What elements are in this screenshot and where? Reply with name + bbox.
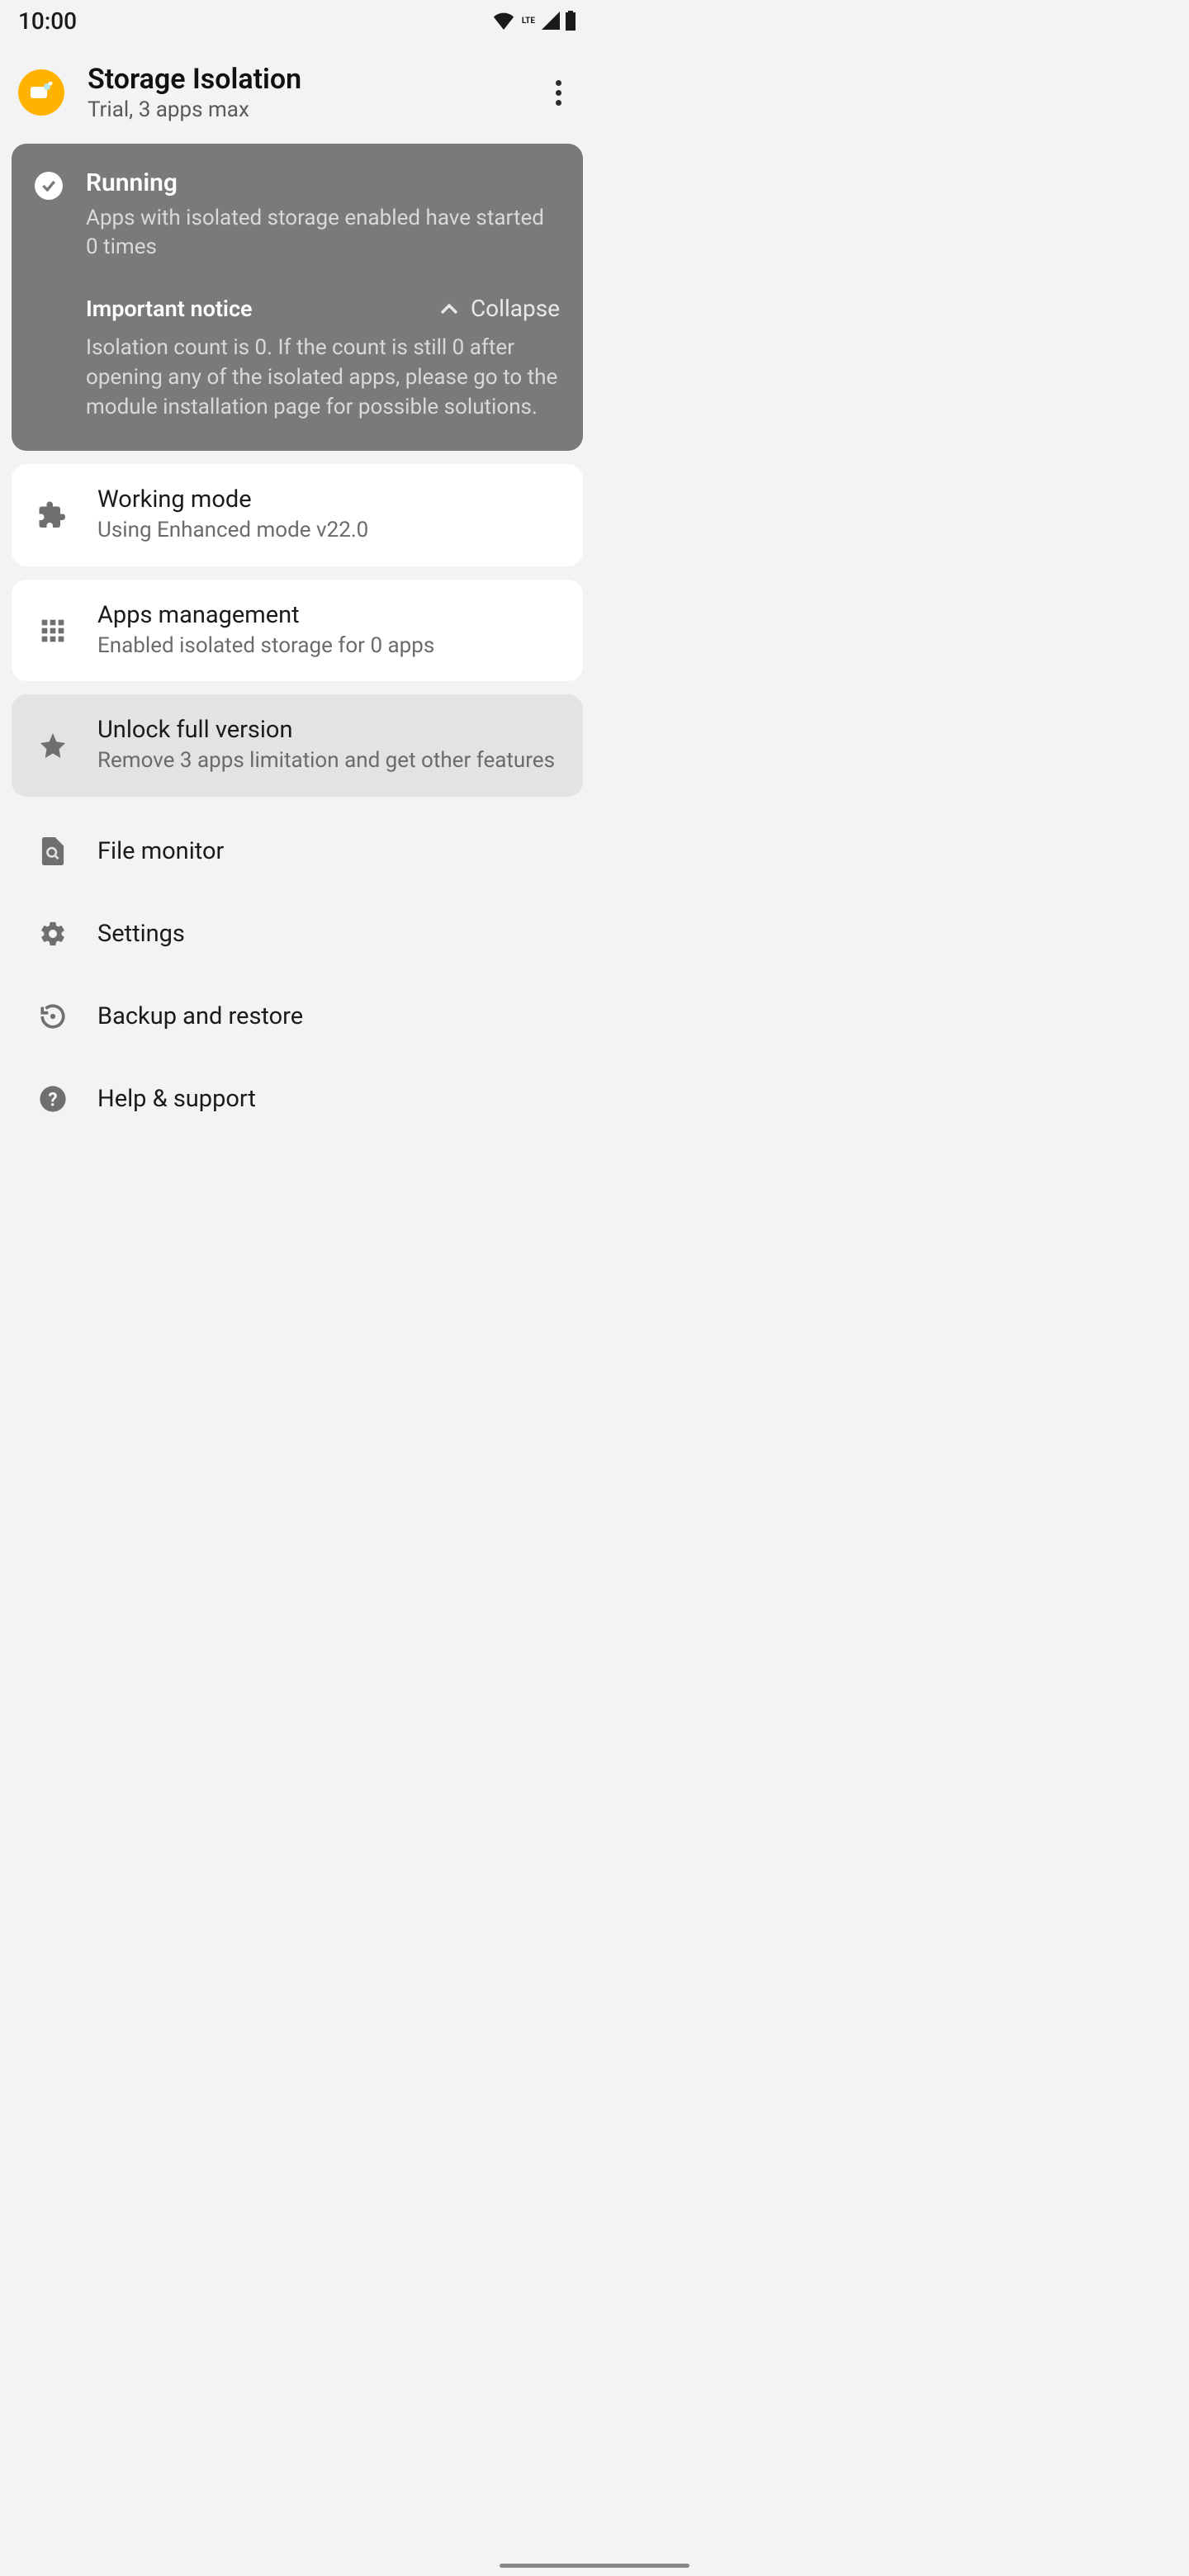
- unlock-full-card[interactable]: Unlock full version Remove 3 apps limita…: [12, 694, 583, 797]
- restore-icon: [35, 998, 71, 1035]
- more-vert-icon: [556, 80, 561, 106]
- clock: 10:00: [18, 7, 77, 35]
- app-titles: Storage Isolation Trial, 3 apps max: [88, 63, 540, 122]
- working-mode-sub: Using Enhanced mode v22.0: [97, 517, 560, 545]
- nav-handle[interactable]: [500, 2564, 689, 2568]
- puzzle-icon: [35, 497, 71, 533]
- settings-row[interactable]: Settings: [12, 893, 583, 975]
- file-search-icon: [35, 833, 71, 869]
- backup-restore-label: Backup and restore: [97, 1002, 303, 1030]
- wifi-icon: [492, 12, 515, 30]
- status-bar: 10:00 LTE: [0, 0, 594, 41]
- working-mode-title: Working mode: [97, 485, 560, 514]
- notice-title: Important notice: [86, 296, 253, 322]
- notice-text: Isolation count is 0. If the count is st…: [86, 334, 560, 423]
- grid-icon: [35, 613, 71, 649]
- svg-text:?: ?: [48, 1089, 57, 1111]
- backup-restore-row[interactable]: Backup and restore: [12, 975, 583, 1058]
- file-monitor-row[interactable]: File monitor: [12, 810, 583, 893]
- app-title: Storage Isolation: [88, 63, 540, 96]
- settings-label: Settings: [97, 920, 185, 948]
- collapse-button[interactable]: Collapse: [439, 295, 560, 322]
- apps-management-card[interactable]: Apps management Enabled isolated storage…: [12, 580, 583, 682]
- help-icon: ?: [35, 1081, 71, 1117]
- status-icons: LTE: [492, 11, 576, 31]
- status-text: Apps with isolated storage enabled have …: [86, 204, 560, 262]
- collapse-label: Collapse: [471, 295, 560, 322]
- battery-icon: [565, 11, 576, 31]
- signal-icon: [540, 12, 560, 30]
- network-label: LTE: [522, 17, 535, 26]
- help-support-row[interactable]: ? Help & support: [12, 1058, 583, 1140]
- more-menu-button[interactable]: [540, 74, 576, 111]
- apps-management-title: Apps management: [97, 601, 560, 629]
- gear-icon: [35, 916, 71, 952]
- unlock-title: Unlock full version: [97, 716, 560, 744]
- apps-management-sub: Enabled isolated storage for 0 apps: [97, 632, 560, 661]
- app-icon: [18, 69, 64, 116]
- app-subtitle: Trial, 3 apps max: [88, 97, 540, 122]
- app-header: Storage Isolation Trial, 3 apps max: [0, 41, 594, 144]
- status-heading: Running: [86, 168, 560, 197]
- star-icon: [35, 727, 71, 764]
- file-monitor-label: File monitor: [97, 837, 224, 865]
- status-card[interactable]: Running Apps with isolated storage enabl…: [12, 144, 583, 451]
- working-mode-card[interactable]: Working mode Using Enhanced mode v22.0: [12, 464, 583, 566]
- chevron-up-icon: [439, 302, 459, 315]
- check-circle-icon: [35, 172, 63, 200]
- help-support-label: Help & support: [97, 1085, 256, 1113]
- unlock-sub: Remove 3 apps limitation and get other f…: [97, 747, 560, 775]
